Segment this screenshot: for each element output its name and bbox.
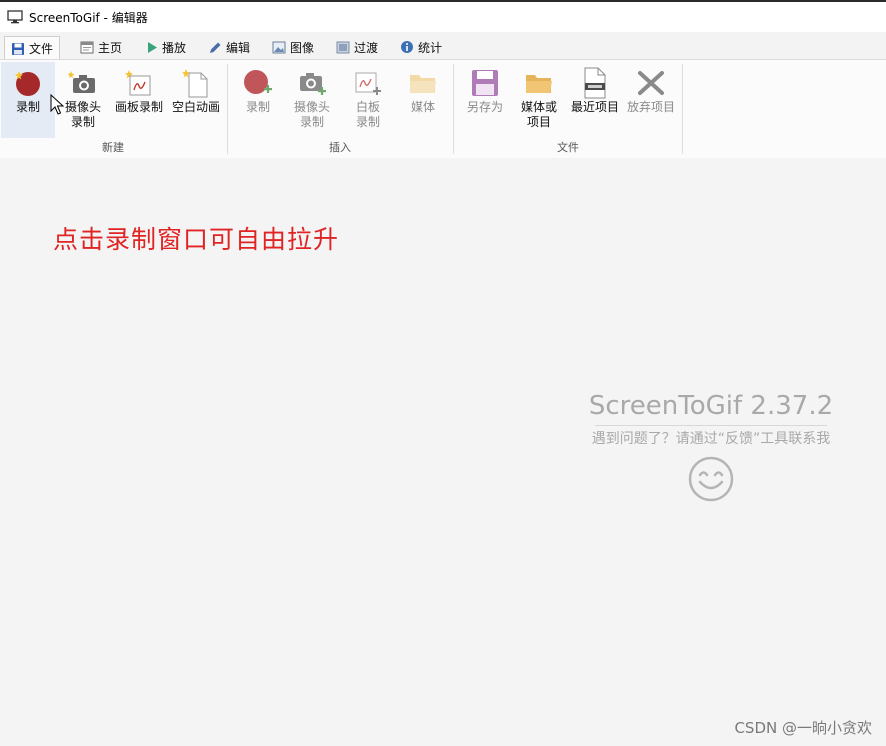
camera-add-icon <box>300 73 326 95</box>
tab-label: 文件 <box>29 42 54 56</box>
button-label: 媒体或 项目 <box>520 100 557 129</box>
button-label: 摄像头 录制 <box>293 100 330 129</box>
discard-project-button[interactable]: 放弃项目 <box>624 62 678 115</box>
insert-camera-record-button[interactable]: 摄像头 录制 <box>287 62 337 130</box>
editor-canvas: 点击录制窗口可自由拉升 ScreenToGif 2.37.2 遇到问题了？请通过… <box>0 158 886 746</box>
folder-icon <box>410 75 436 93</box>
ribbon: 录制 摄像头 录制 画板录制 空白动画 新建 录制 摄像头 录制 白板 录制 媒… <box>0 59 886 159</box>
feedback-hint: 遇到问题了？请通过“反馈”工具联系我 <box>591 431 831 447</box>
board-add-icon <box>355 72 381 95</box>
save-as-button[interactable]: 另存为 <box>460 62 510 115</box>
tab-play[interactable]: 播放 <box>146 36 186 58</box>
new-board-record-button[interactable]: 画板录制 <box>111 62 167 115</box>
button-label: 摄像头 录制 <box>64 100 101 129</box>
title-bar: ScreenToGif - 编辑器 <box>0 2 886 32</box>
insert-media-button[interactable]: 媒体 <box>398 62 448 115</box>
button-label: 白板 录制 <box>355 100 380 129</box>
record-icon <box>15 71 40 96</box>
blank-file-icon <box>182 69 208 98</box>
tab-label: 图像 <box>290 40 315 55</box>
group-label-new: 新建 <box>102 141 124 154</box>
new-blank-animation-button[interactable]: 空白动画 <box>168 62 224 115</box>
board-icon <box>125 70 151 96</box>
button-label: 最近项目 <box>570 100 619 114</box>
group-label-file: 文件 <box>557 141 579 154</box>
open-media-project-button[interactable]: 媒体或 项目 <box>514 62 564 130</box>
mouse-cursor-icon <box>50 94 64 115</box>
tab-file[interactable]: 文件 <box>4 36 61 60</box>
app-version-title: ScreenToGif 2.37.2 <box>588 391 834 421</box>
smiley-icon <box>576 456 846 505</box>
group-divider <box>682 64 683 154</box>
new-camera-record-button[interactable]: 摄像头 录制 <box>58 62 108 130</box>
tab-statistics[interactable]: 统计 <box>400 36 442 58</box>
discard-icon <box>638 71 664 95</box>
button-label: 另存为 <box>466 100 503 114</box>
watermark: CSDN @一晌小贪欢 <box>734 719 872 737</box>
insert-record-button[interactable]: 录制 <box>233 62 283 115</box>
info-icon <box>401 41 413 53</box>
pencil-icon <box>210 42 221 53</box>
button-label: 空白动画 <box>171 100 220 114</box>
tab-label: 编辑 <box>226 40 251 55</box>
new-record-button[interactable]: 录制 <box>1 62 55 138</box>
ribbon-tabs: 文件 主页 播放 编辑 图像 过渡 统计 <box>0 32 886 60</box>
button-label: 录制 <box>245 100 270 114</box>
record-add-icon <box>244 70 272 94</box>
group-label-insert: 插入 <box>329 141 351 154</box>
save-icon <box>12 42 24 55</box>
transition-icon <box>336 41 350 53</box>
window-title: ScreenToGif - 编辑器 <box>29 10 148 25</box>
camera-icon <box>68 71 95 93</box>
image-icon <box>272 41 286 53</box>
tab-label: 播放 <box>162 40 187 55</box>
home-icon <box>80 41 94 53</box>
button-label: 画板录制 <box>114 100 163 114</box>
annotation-text: 点击录制窗口可自由拉升 <box>53 225 340 254</box>
group-divider <box>227 64 228 154</box>
tab-label: 主页 <box>98 40 123 55</box>
recent-projects-button[interactable]: 最近项目 <box>567 62 623 115</box>
button-label: 媒体 <box>410 100 435 114</box>
recent-file-icon <box>584 67 606 99</box>
welcome-panel: ScreenToGif 2.37.2 遇到问题了？请通过“反馈”工具联系我 <box>576 391 846 505</box>
app-icon <box>7 10 23 24</box>
tab-label: 过渡 <box>354 40 379 55</box>
floppy-icon <box>472 70 498 96</box>
divider <box>595 425 827 426</box>
tab-image[interactable]: 图像 <box>272 36 314 58</box>
tab-label: 统计 <box>418 40 443 55</box>
tab-edit[interactable]: 编辑 <box>208 36 250 58</box>
button-label: 放弃项目 <box>626 100 675 114</box>
insert-board-record-button[interactable]: 白板 录制 <box>343 62 393 130</box>
group-divider <box>453 64 454 154</box>
tab-transition[interactable]: 过渡 <box>336 36 378 58</box>
open-folder-icon <box>526 75 552 93</box>
play-icon <box>148 41 157 53</box>
button-label: 录制 <box>15 100 40 114</box>
tab-home[interactable]: 主页 <box>80 36 122 58</box>
